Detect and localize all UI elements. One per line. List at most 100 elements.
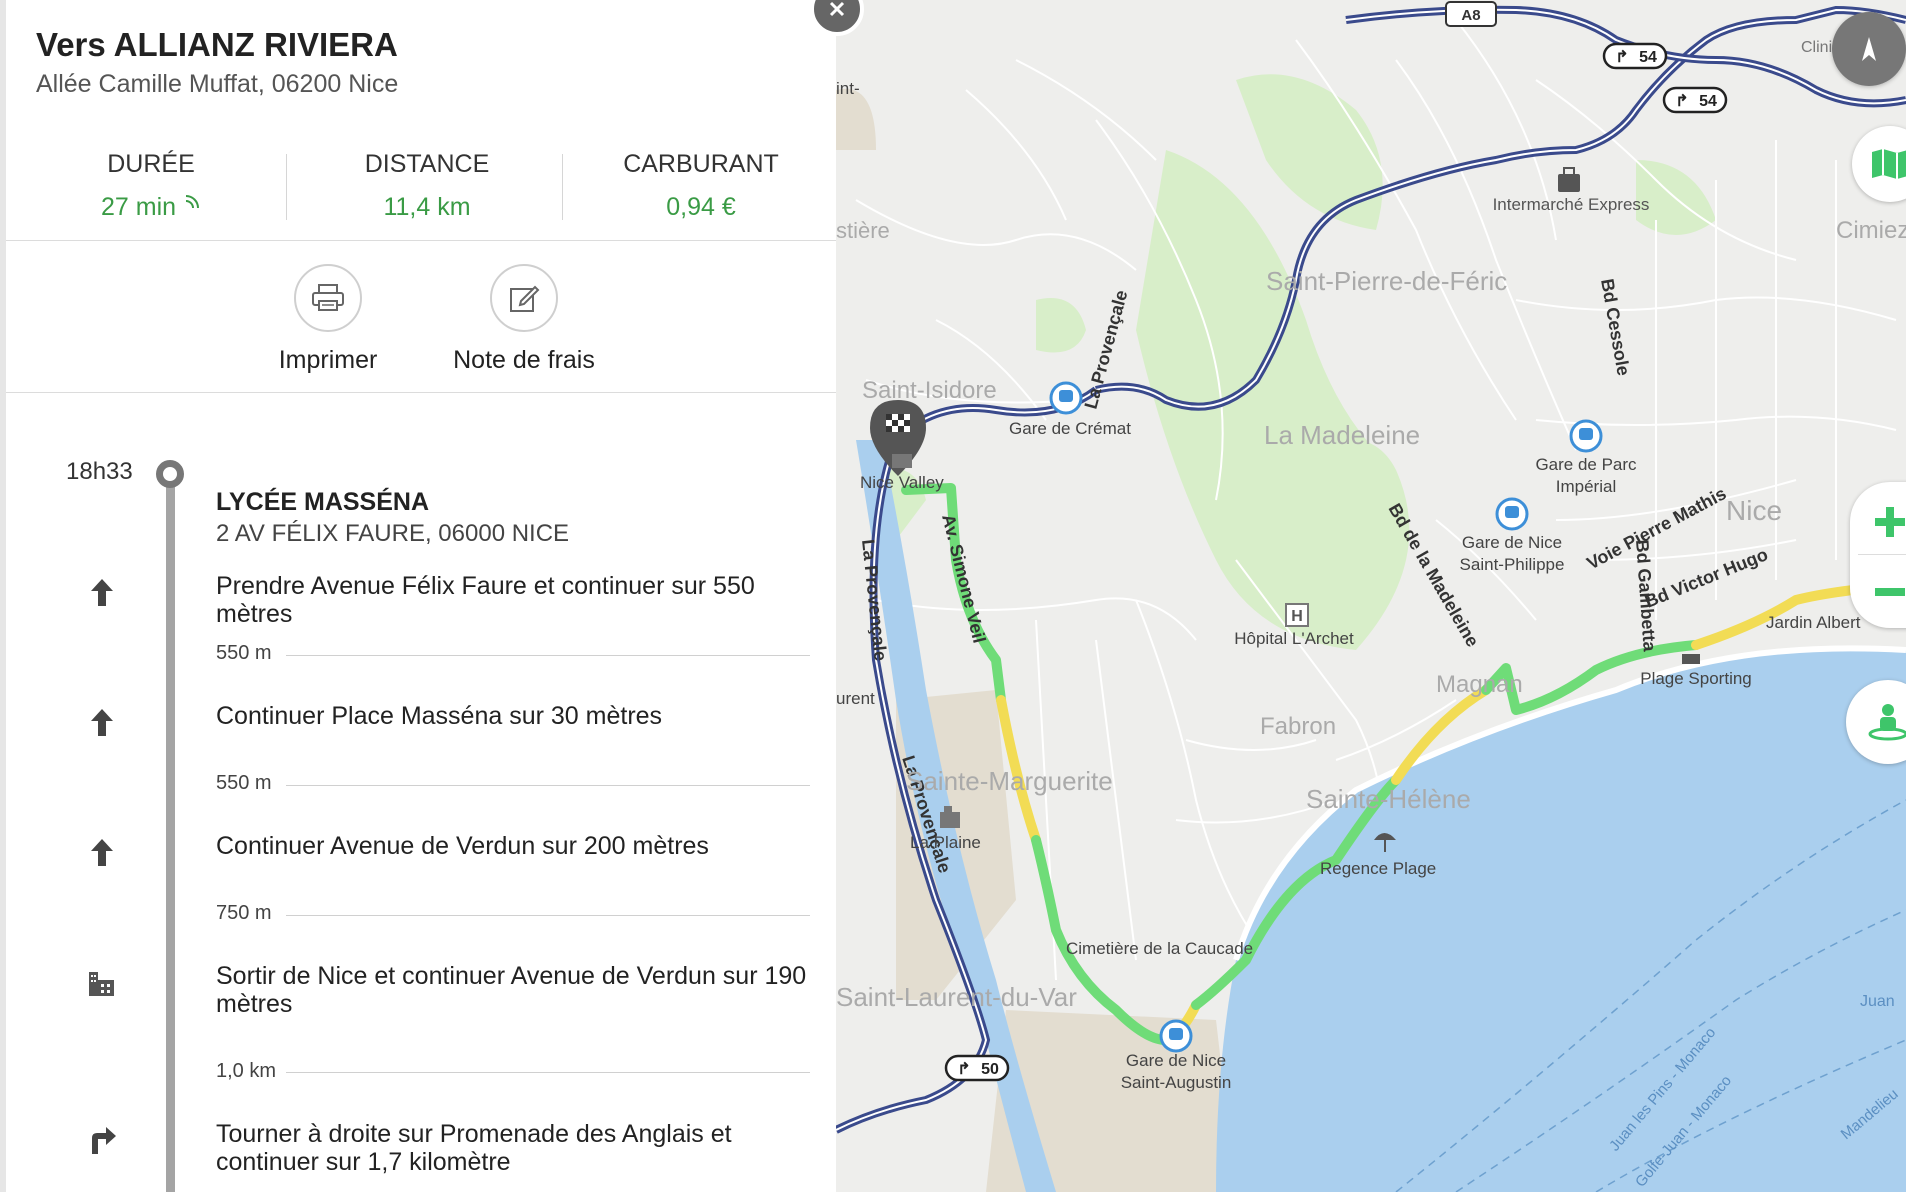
map-label: Gare de Crémat	[1009, 419, 1131, 438]
map-label: Cimiez	[1836, 217, 1906, 244]
map-label: La Madeleine	[1264, 420, 1420, 450]
map-label: urent	[836, 689, 875, 708]
hospital-icon[interactable]: H	[1285, 603, 1309, 627]
exit-shield: 54 ↱	[1602, 42, 1668, 70]
duration-stat: DURÉE 27 min	[16, 150, 286, 222]
svg-text:↱: ↱	[1675, 93, 1688, 110]
svg-text:A8: A8	[1461, 7, 1480, 24]
map-label: Gare de Nice	[1126, 1051, 1226, 1070]
map-label: Nice Valley	[860, 473, 944, 492]
arrow-up-icon	[91, 839, 113, 866]
map-view[interactable]: H A8 54 ↱ 54 ↱ 50 ↱ Clinique Intermarché…	[836, 0, 1906, 1192]
map-label: Sainte-Marguerite	[906, 766, 1113, 796]
print-button[interactable]: Imprimer	[238, 264, 418, 375]
step-text: Prendre Avenue Félix Faure et continuer …	[216, 572, 755, 628]
step-text: Continuer Avenue de Verdun sur 200 mètre…	[216, 832, 709, 860]
train-station-icon[interactable]	[1049, 381, 1083, 415]
map-label: La Plaine	[910, 833, 981, 852]
printer-icon	[312, 284, 344, 311]
expense-note-button[interactable]: Note de frais	[434, 264, 614, 375]
arrow-up-icon	[91, 709, 113, 736]
layers-button[interactable]	[1832, 12, 1906, 86]
divider	[6, 240, 836, 241]
start-address: 2 AV FÉLIX FAURE, 06000 NICE	[216, 520, 570, 547]
map-label: Magnan	[1436, 671, 1523, 698]
start-name: LYCÉE MASSÉNA	[216, 488, 430, 516]
svg-text:54: 54	[1639, 49, 1657, 66]
step-distance: 550 m	[216, 772, 272, 794]
map-label: Jardin Albert	[1766, 613, 1861, 632]
map-label: Saint-Isidore	[862, 377, 997, 404]
city-icon	[89, 972, 114, 996]
zoom-in-button[interactable]	[1872, 504, 1906, 540]
map-label: Gare de Nice	[1462, 533, 1562, 552]
edit-note-icon	[510, 285, 540, 312]
map-label: Gare de Parc	[1535, 455, 1637, 474]
map-label: Saint-Pierre-de-Féric	[1266, 266, 1507, 296]
step-distance: 550 m	[216, 642, 272, 664]
step-divider	[286, 915, 810, 916]
destination-title: Vers ALLIANZ RIVIERA	[36, 26, 398, 63]
train-station-icon[interactable]	[1569, 419, 1603, 453]
duration-value: 27 min	[101, 193, 177, 221]
map-label: Nice	[1726, 495, 1782, 526]
svg-text:↱: ↱	[1615, 49, 1628, 66]
step-text: Sortir de Nice et continuer Avenue de Ve…	[216, 962, 807, 1018]
train-station-icon[interactable]	[1495, 497, 1529, 531]
distance-stat: DISTANCE 11,4 km	[292, 150, 562, 222]
stat-divider	[286, 154, 287, 220]
start-time: 18h33	[66, 458, 133, 485]
map-label: Fabron	[1260, 713, 1336, 740]
road-shield-a8: A8	[1445, 1, 1497, 27]
pegman-icon	[1868, 704, 1906, 741]
turn-right-icon	[92, 1127, 116, 1154]
step-distance: 1,0 km	[216, 1060, 277, 1082]
map-label: Plage Sporting	[1640, 669, 1752, 688]
duration-label: DURÉE	[107, 150, 195, 178]
route-panel: Vers ALLIANZ RIVIERA Allée Camille Muffa…	[0, 0, 836, 1192]
map-label: Juan	[1860, 993, 1895, 1010]
step-divider	[286, 1072, 810, 1073]
destination-address: Allée Camille Muffat, 06200 Nice	[36, 70, 399, 98]
map-canvas[interactable]: H A8 54 ↱ 54 ↱ 50 ↱ Clinique Intermarché…	[836, 0, 1906, 1192]
plus-icon	[1875, 507, 1905, 537]
minus-icon	[1875, 588, 1905, 596]
finish-flag-icon[interactable]	[1682, 654, 1700, 664]
fuel-label: CARBURANT	[623, 150, 779, 178]
step-text: Tourner à droite sur Promenade des Angla…	[216, 1120, 732, 1176]
map-icon	[1872, 149, 1906, 179]
step-divider	[286, 655, 810, 656]
divider	[6, 392, 836, 393]
step-divider	[286, 785, 810, 786]
step-text: Continuer Place Masséna sur 30 mètres	[216, 702, 663, 730]
map-label: Intermarché Express	[1493, 195, 1650, 214]
map-label: Impérial	[1556, 477, 1616, 496]
map-label: int-	[836, 79, 860, 98]
map-label: Saint-Augustin	[1121, 1073, 1232, 1092]
timeline-line	[166, 474, 175, 1192]
arrow-up-icon	[91, 579, 113, 606]
expense-note-label: Note de frais	[453, 346, 595, 374]
zoom-controls	[1850, 482, 1906, 628]
svg-text:50: 50	[981, 1061, 999, 1078]
print-label: Imprimer	[278, 346, 378, 374]
close-icon	[829, 1, 845, 17]
live-traffic-icon	[185, 195, 199, 209]
train-station-icon[interactable]	[1159, 1019, 1193, 1053]
svg-text:H: H	[1291, 608, 1303, 625]
map-label: Cimetière de la Caucade	[1066, 939, 1253, 958]
svg-text:54: 54	[1699, 93, 1717, 110]
map-label: Regence Plage	[1320, 859, 1436, 878]
map-label: stière	[836, 218, 890, 243]
map-label: Saint-Laurent-du-Var	[836, 982, 1077, 1012]
map-label: Saint-Philippe	[1460, 555, 1565, 574]
map-label: Hôpital L'Archet	[1234, 629, 1354, 648]
distance-value: 11,4 km	[383, 193, 471, 221]
compass-icon	[1862, 37, 1876, 61]
zoom-out-button[interactable]	[1872, 574, 1906, 610]
stat-divider	[562, 154, 563, 220]
distance-label: DISTANCE	[364, 150, 490, 178]
zoom-divider	[1858, 554, 1906, 555]
fuel-stat: CARBURANT 0,94 €	[566, 150, 836, 222]
start-marker	[156, 460, 184, 488]
